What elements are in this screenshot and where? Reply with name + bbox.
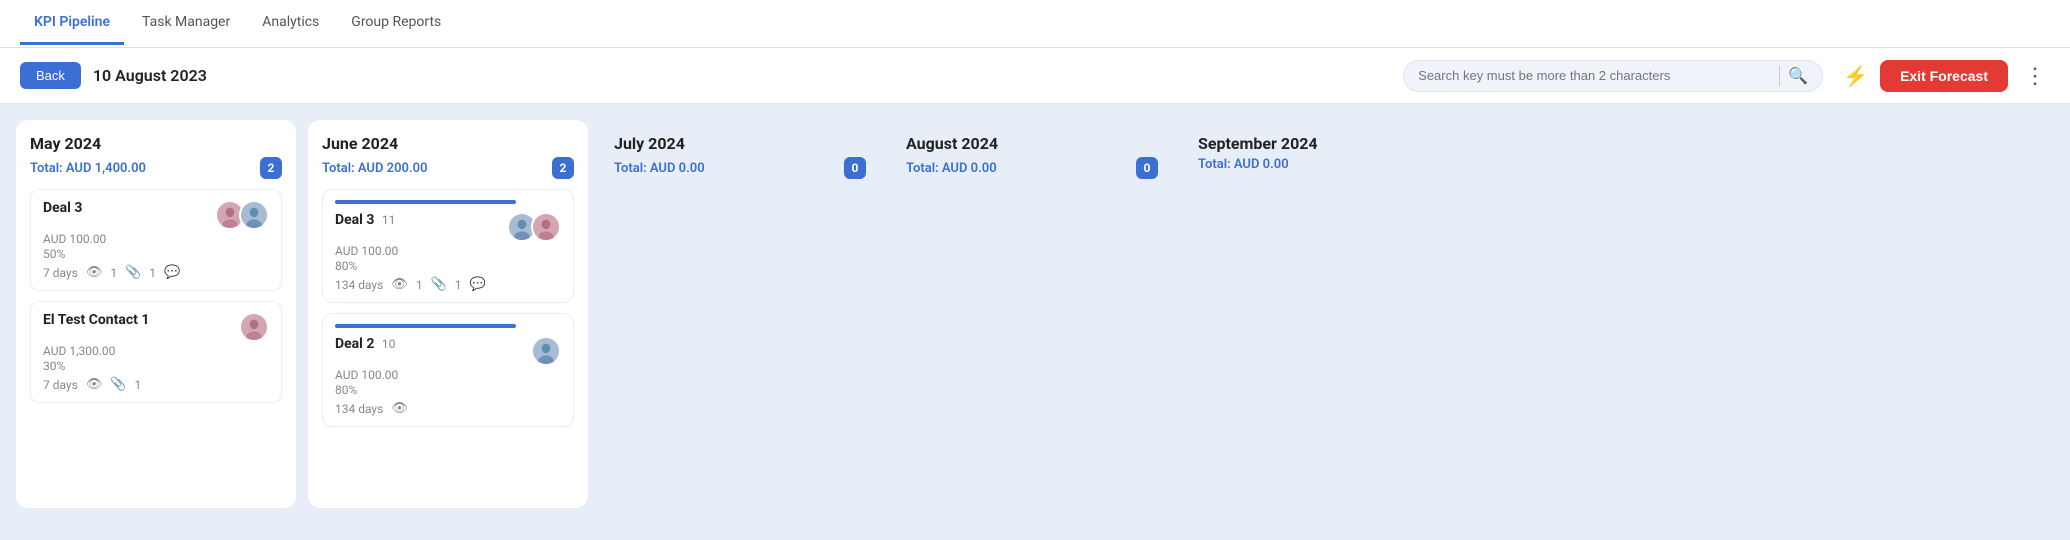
- exit-forecast-button[interactable]: Exit Forecast: [1880, 60, 2008, 92]
- paperclip-icon: 📎: [431, 277, 447, 292]
- search-wrapper: 🔍: [1403, 60, 1823, 92]
- deal-progress-bar: [335, 200, 516, 204]
- deal-name: Deal 3: [43, 200, 82, 216]
- toolbar-date: 10 August 2023: [93, 66, 1391, 85]
- deal-days: 134 days: [335, 402, 383, 416]
- avatar: [239, 312, 269, 342]
- column-title: August 2024: [906, 134, 1158, 153]
- search-input[interactable]: [1418, 68, 1771, 83]
- deal-avatars: [215, 200, 269, 230]
- deal-count: 11: [382, 213, 396, 227]
- clip-count: 1: [455, 278, 462, 292]
- column-total: Total: AUD 0.00: [1198, 157, 1289, 172]
- deal-meta: 134 days 👁: [335, 401, 561, 416]
- column-title: July 2024: [614, 134, 866, 153]
- deal-top: El Test Contact 1: [43, 312, 269, 342]
- eye-icon: 👁: [391, 401, 408, 416]
- toolbar: Back 10 August 2023 🔍 ⚡ Exit Forecast ⋮: [0, 48, 2070, 104]
- column-total: Total: AUD 1,400.00: [30, 161, 146, 176]
- deal-meta: 7 days 👁 1 📎 1 💬: [43, 265, 269, 280]
- tab-task-manager[interactable]: Task Manager: [128, 2, 244, 45]
- column-total-row: Total: AUD 0.00 0: [614, 157, 866, 179]
- pipeline-column-may-2024: May 2024 Total: AUD 1,400.00 2 Deal 3: [16, 120, 296, 508]
- more-options-button[interactable]: ⋮: [2020, 63, 2050, 89]
- deal-name: El Test Contact 1: [43, 312, 149, 328]
- filter-icon[interactable]: ⚡: [1843, 64, 1868, 88]
- deal-days: 134 days: [335, 278, 383, 292]
- deal-amount: AUD 100.00: [335, 368, 561, 382]
- column-total-row: Total: AUD 0.00: [1198, 157, 1450, 172]
- deal-avatars: [239, 312, 269, 342]
- paperclip-icon: 📎: [110, 377, 126, 392]
- eye-count: 1: [416, 278, 423, 292]
- deal-card-deal2-june[interactable]: Deal 2 10 AUD 100.00 80% 134 days 👁: [322, 313, 574, 427]
- tab-group-reports[interactable]: Group Reports: [337, 2, 455, 45]
- column-title: September 2024: [1198, 134, 1450, 153]
- deal-percent: 80%: [335, 259, 561, 273]
- pipeline-column-july-2024: July 2024 Total: AUD 0.00 0: [600, 120, 880, 508]
- deal-amount: AUD 100.00: [43, 232, 269, 246]
- deal-percent: 50%: [43, 247, 269, 261]
- column-title: June 2024: [322, 134, 574, 153]
- deal-count: 10: [382, 337, 396, 351]
- pipeline-column-august-2024: August 2024 Total: AUD 0.00 0: [892, 120, 1172, 508]
- search-divider: [1779, 66, 1780, 86]
- deal-amount: AUD 100.00: [335, 244, 561, 258]
- column-total-row: Total: AUD 0.00 0: [906, 157, 1158, 179]
- deal-avatars: [507, 212, 561, 242]
- column-total: Total: AUD 0.00: [614, 161, 705, 176]
- column-header: August 2024 Total: AUD 0.00 0: [906, 134, 1158, 179]
- clip-count: 1: [135, 378, 142, 392]
- back-button[interactable]: Back: [20, 62, 81, 89]
- column-total-row: Total: AUD 200.00 2: [322, 157, 574, 179]
- eye-icon: 👁: [391, 277, 408, 292]
- pipeline-area: May 2024 Total: AUD 1,400.00 2 Deal 3: [0, 104, 2070, 524]
- deal-top: Deal 3 11: [335, 212, 561, 242]
- search-icon: 🔍: [1788, 66, 1808, 85]
- deal-progress-bar: [335, 324, 516, 328]
- avatar: [531, 212, 561, 242]
- column-badge: 0: [1136, 157, 1158, 179]
- column-badge: 2: [552, 157, 574, 179]
- deal-card-deal3-may[interactable]: Deal 3 AUD 100.00 50% 7: [30, 189, 282, 291]
- column-header: June 2024 Total: AUD 200.00 2: [322, 134, 574, 179]
- tab-kpi-pipeline[interactable]: KPI Pipeline: [20, 2, 124, 45]
- eye-icon: 👁: [86, 377, 103, 392]
- column-header: July 2024 Total: AUD 0.00 0: [614, 134, 866, 179]
- deal-card-el-test-contact1[interactable]: El Test Contact 1 AUD 1,300.00 30% 7 day…: [30, 301, 282, 403]
- column-title: May 2024: [30, 134, 282, 153]
- chat-icon: 💬: [164, 265, 180, 280]
- deal-percent: 80%: [335, 383, 561, 397]
- column-total-row: Total: AUD 1,400.00 2: [30, 157, 282, 179]
- column-badge: 0: [844, 157, 866, 179]
- deal-meta: 134 days 👁 1 📎 1 💬: [335, 277, 561, 292]
- deal-days: 7 days: [43, 378, 78, 392]
- avatar: [239, 200, 269, 230]
- tab-analytics[interactable]: Analytics: [248, 2, 333, 45]
- column-header: May 2024 Total: AUD 1,400.00 2: [30, 134, 282, 179]
- deal-name: Deal 3: [335, 212, 374, 228]
- deal-top: Deal 2 10: [335, 336, 561, 366]
- eye-count: 1: [110, 266, 117, 280]
- deal-top: Deal 3: [43, 200, 269, 230]
- column-total: Total: AUD 0.00: [906, 161, 997, 176]
- deal-amount: AUD 1,300.00: [43, 344, 269, 358]
- deal-card-deal3-june[interactable]: Deal 3 11 AUD 100.00 80%: [322, 189, 574, 303]
- pipeline-column-june-2024: June 2024 Total: AUD 200.00 2 Deal 3 11: [308, 120, 588, 508]
- top-navigation: KPI Pipeline Task Manager Analytics Grou…: [0, 0, 2070, 48]
- deal-name: Deal 2: [335, 336, 374, 352]
- chat-icon: 💬: [470, 277, 486, 292]
- column-badge: 2: [260, 157, 282, 179]
- column-header: September 2024 Total: AUD 0.00: [1198, 134, 1450, 172]
- eye-icon: 👁: [86, 265, 103, 280]
- column-total: Total: AUD 200.00: [322, 161, 428, 176]
- deal-days: 7 days: [43, 266, 78, 280]
- clip-count: 1: [149, 266, 156, 280]
- deal-percent: 30%: [43, 359, 269, 373]
- deal-avatars: [531, 336, 561, 366]
- pipeline-column-september-2024: September 2024 Total: AUD 0.00: [1184, 120, 1464, 508]
- deal-meta: 7 days 👁 📎 1: [43, 377, 269, 392]
- paperclip-icon: 📎: [125, 265, 141, 280]
- avatar: [531, 336, 561, 366]
